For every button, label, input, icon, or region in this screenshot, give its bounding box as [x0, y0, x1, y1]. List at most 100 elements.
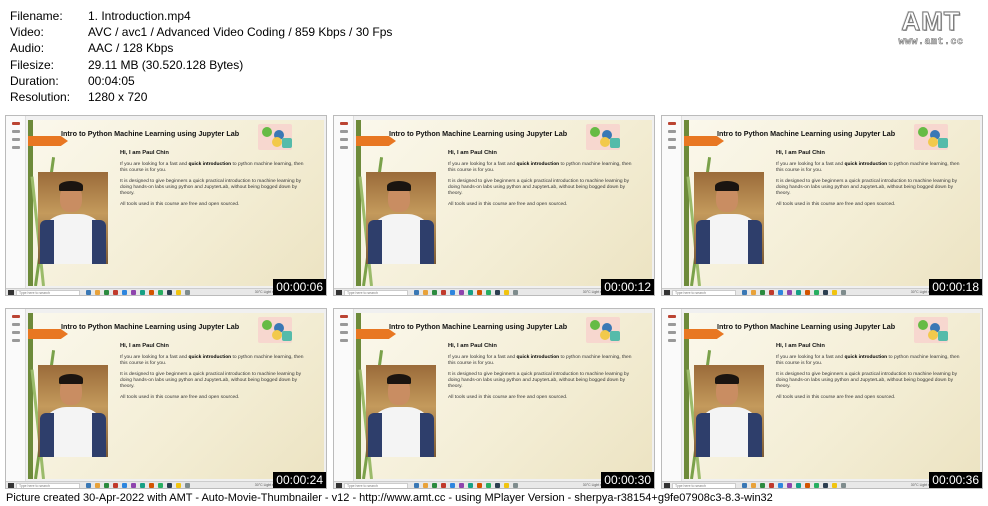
taskbar-app-icon [814, 483, 819, 488]
presentation-slide: Intro to Python Machine Learning using J… [684, 313, 980, 479]
taskbar-app-icon [450, 483, 455, 488]
video-thumbnail: Intro to Python Machine Learning using J… [661, 308, 983, 489]
video-thumbnail: Intro to Python Machine Learning using J… [5, 115, 327, 296]
taskbar-app-icon [459, 483, 464, 488]
app-side-strip [334, 309, 354, 481]
video-thumbnail: Intro to Python Machine Learning using J… [333, 308, 655, 489]
taskbar-app-icon [814, 290, 819, 295]
taskbar-app-icon [751, 290, 756, 295]
taskbar-app-icon [823, 290, 828, 295]
python-jupyter-logos-icon [258, 124, 292, 150]
presenter-photo [38, 172, 108, 264]
app-side-strip [662, 116, 682, 288]
taskbar-app-icon [513, 483, 518, 488]
text-bold: quick introduction [516, 355, 560, 360]
presenter-photo [366, 365, 436, 457]
video-thumbnail: Intro to Python Machine Learning using J… [661, 115, 983, 296]
taskbar-app-icon [751, 483, 756, 488]
slide-paragraph: All tools used in this course are free a… [448, 202, 568, 207]
presenter-photo [694, 365, 764, 457]
logo-text: AMT [901, 6, 961, 37]
app-side-strip [334, 116, 354, 288]
presentation-slide: Intro to Python Machine Learning using J… [28, 313, 324, 479]
taskbar-app-icon [140, 290, 145, 295]
slide-title: Intro to Python Machine Learning using J… [717, 129, 896, 138]
taskbar-app-icon [477, 483, 482, 488]
info-key: Filename: [10, 9, 63, 23]
taskbar-app-icon [414, 483, 419, 488]
timestamp-label: 00:00:18 [929, 279, 982, 295]
taskbar-search: Type here to search [672, 290, 736, 295]
taskbar-app-icon [805, 290, 810, 295]
taskbar-search: Type here to search [344, 483, 408, 488]
windows-start-icon [8, 290, 14, 295]
info-key: Duration: [10, 73, 59, 88]
info-row-filename: Filename: 1. Introduction.mp4 [10, 8, 392, 24]
info-key: Audio: [10, 41, 45, 56]
info-value: 29.11 MB (30.520.128 Bytes) [88, 57, 244, 72]
presentation-slide: Intro to Python Machine Learning using J… [356, 313, 652, 479]
slide-greeting: Hi, I am Paul Chin [776, 343, 825, 349]
text-run: If you are looking for a fast and [776, 162, 845, 167]
screen-capture: Intro to Python Machine Learning using J… [662, 309, 982, 481]
taskbar-app-icon [113, 290, 118, 295]
slide-paragraph: All tools used in this course are free a… [120, 395, 240, 400]
slide-greeting: Hi, I am Paul Chin [776, 150, 825, 156]
slide-paragraph: If you are looking for a fast and quick … [776, 355, 966, 367]
taskbar-app-icon [486, 290, 491, 295]
presenter-photo [366, 172, 436, 264]
text-run: If you are looking for a fast and [120, 355, 189, 360]
timestamp-label: 00:00:24 [273, 472, 326, 488]
info-row-filesize: Filesize: 29.11 MB (30.520.128 Bytes) [10, 57, 392, 73]
slide-paragraph: It is designed to give beginners a quick… [448, 179, 630, 196]
app-side-strip [662, 309, 682, 481]
taskbar-app-icon [158, 483, 163, 488]
slide-paragraph: If you are looking for a fast and quick … [776, 162, 966, 174]
python-jupyter-logos-icon [586, 124, 620, 150]
presenter-photo [38, 365, 108, 457]
info-value: 00:04:05 [88, 73, 135, 88]
slide-body: Hi, I am Paul Chin If you are looking for… [448, 150, 638, 213]
taskbar-app-icon [414, 290, 419, 295]
taskbar-app-icon [495, 483, 500, 488]
text-bold: quick introduction [188, 355, 232, 360]
slide-paragraph: It is designed to give beginners a quick… [448, 372, 630, 389]
windows-start-icon [336, 290, 342, 295]
logo-url: www.amt.cc [898, 37, 964, 49]
slide-paragraph: All tools used in this course are free a… [776, 202, 896, 207]
text-bold: quick introduction [844, 162, 888, 167]
taskbar-app-icon [441, 290, 446, 295]
timestamp-label: 00:00:30 [601, 472, 654, 488]
taskbar-app-icon [486, 483, 491, 488]
taskbar-app-icon [113, 483, 118, 488]
taskbar-app-icon [823, 483, 828, 488]
taskbar-app-icon [86, 483, 91, 488]
slide-title: Intro to Python Machine Learning using J… [61, 322, 240, 331]
taskbar-app-icon [468, 483, 473, 488]
taskbar-app-icon [841, 290, 846, 295]
taskbar-app-icon [86, 290, 91, 295]
text-bold: quick introduction [188, 162, 232, 167]
taskbar-app-icon [131, 483, 136, 488]
taskbar-app-icon [423, 483, 428, 488]
timestamp-label: 00:00:12 [601, 279, 654, 295]
taskbar-app-icon [778, 290, 783, 295]
taskbar-app-icon [432, 290, 437, 295]
python-jupyter-logos-icon [914, 317, 948, 343]
taskbar-search: Type here to search [16, 290, 80, 295]
taskbar-app-icon [468, 290, 473, 295]
presentation-slide: Intro to Python Machine Learning using J… [28, 120, 324, 286]
slide-greeting: Hi, I am Paul Chin [448, 343, 497, 349]
taskbar-app-icon [167, 290, 172, 295]
taskbar-app-icon [185, 290, 190, 295]
windows-start-icon [336, 483, 342, 488]
info-key: Video: [10, 25, 44, 40]
slide-title: Intro to Python Machine Learning using J… [61, 129, 240, 138]
taskbar-app-icon [149, 483, 154, 488]
text-bold: quick introduction [516, 162, 560, 167]
info-row-video: Video: AVC / avc1 / Advanced Video Codin… [10, 24, 392, 40]
slide-paragraph: All tools used in this course are free a… [120, 202, 240, 207]
taskbar-app-icon [477, 290, 482, 295]
info-row-resolution: Resolution: 1280 x 720 [10, 89, 392, 105]
screen-capture: Intro to Python Machine Learning using J… [334, 309, 654, 481]
